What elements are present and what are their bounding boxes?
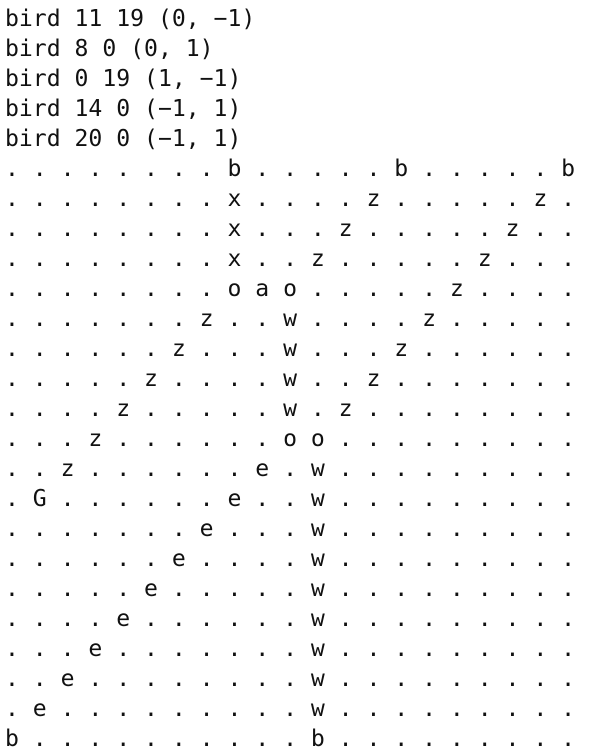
grid-row-16: . . . e . . . . . . . w . . . . . . . . …: [5, 636, 576, 662]
grid-row-6: . . . . . . z . . . w . . . z . . . . . …: [5, 336, 576, 362]
grid-row-0: . . . . . . . . b . . . . . b . . . . . …: [5, 156, 576, 182]
grid-row-4: . . . . . . . . o a o . . . . . z . . . …: [5, 276, 576, 302]
bird-line-1: bird 11 19 (0, −1): [5, 6, 256, 32]
grid-row-15: . . . . e . . . . . . w . . . . . . . . …: [5, 606, 576, 632]
grid-row-18: . e . . . . . . . . . w . . . . . . . . …: [5, 696, 576, 722]
grid-row-1: . . . . . . . . x . . . . z . . . . . z …: [5, 186, 576, 212]
bird-line-4: bird 14 0 (−1, 1): [5, 96, 242, 122]
grid-row-8: . . . . z . . . . . w . z . . . . . . . …: [5, 396, 576, 422]
grid-row-12: . . . . . . . e . . . w . . . . . . . . …: [5, 516, 576, 542]
grid-row-2: . . . . . . . . x . . . z . . . . . z . …: [5, 216, 576, 242]
grid-row-10: . . z . . . . . . e . w . . . . . . . . …: [5, 456, 576, 482]
grid-row-9: . . . z . . . . . . o o . . . . . . . . …: [5, 426, 576, 452]
grid-row-3: . . . . . . . . x . . z . . . . . z . . …: [5, 246, 576, 272]
bird-line-2: bird 8 0 (0, 1): [5, 36, 214, 62]
grid-row-7: . . . . . z . . . . w . . z . . . . . . …: [5, 366, 576, 392]
terminal-output: bird 11 19 (0, −1) bird 8 0 (0, 1) bird 0 …: [5, 4, 575, 754]
bird-line-3: bird 0 19 (1, −1): [5, 66, 242, 92]
grid-row-19: b . . . . . . . . . . b . . . . . . . . …: [5, 726, 576, 752]
grid-row-13: . . . . . . e . . . . w . . . . . . . . …: [5, 546, 576, 572]
grid-row-17: . . e . . . . . . . . w . . . . . . . . …: [5, 666, 576, 692]
grid-row-14: . . . . . e . . . . . w . . . . . . . . …: [5, 576, 576, 602]
grid-row-11: . G . . . . . . e . . w . . . . . . . . …: [5, 486, 576, 512]
bird-line-5: bird 20 0 (−1, 1): [5, 126, 242, 152]
grid-row-5: . . . . . . . z . . w . . . . z . . . . …: [5, 306, 576, 332]
